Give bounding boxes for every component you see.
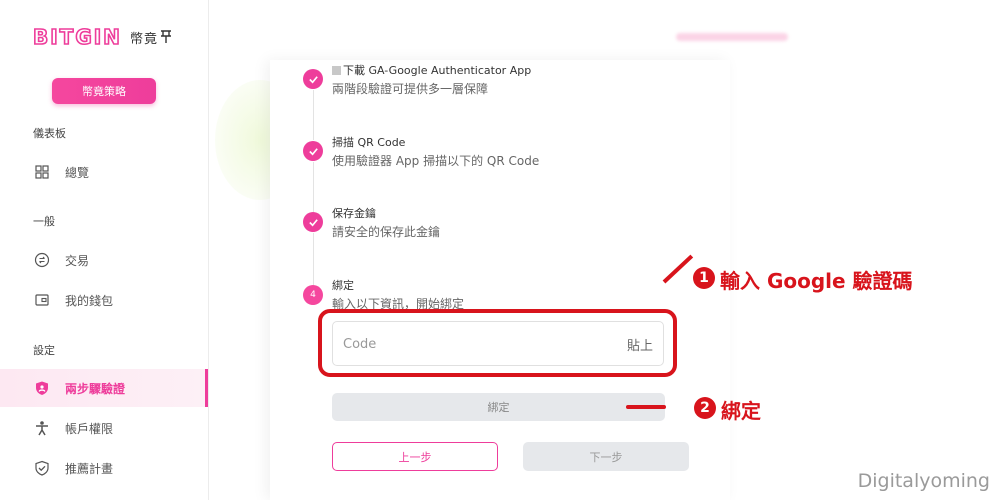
step-connector <box>313 162 314 212</box>
sidebar-item-overview[interactable]: 總覽 <box>0 153 208 191</box>
header-blur <box>676 33 788 41</box>
wallet-icon <box>35 294 49 306</box>
annotation-badge-1: 1 <box>693 267 715 289</box>
pin-icon[interactable] <box>160 30 172 44</box>
step-connector <box>313 233 314 285</box>
step-3-description: 請安全的保存此金鑰 <box>332 225 441 239</box>
watermark: Digitalyoming <box>857 470 990 492</box>
step-check-icon <box>303 212 323 232</box>
sidebar-item-account-permissions[interactable]: 帳戶權限 <box>0 409 208 447</box>
shield-icon <box>36 381 48 395</box>
previous-step-button[interactable]: 上一步 <box>332 442 498 471</box>
step-2-title: 掃描 QR Code <box>332 136 406 149</box>
step-1-description: 兩階段驗證可提供多一層保障 <box>332 82 489 96</box>
step-connector <box>313 90 314 140</box>
step-check-icon <box>303 141 323 161</box>
exchange-icon <box>34 252 50 268</box>
sidebar-item-label: 總覽 <box>65 165 90 180</box>
sidebar-item-wallet[interactable]: 我的錢包 <box>0 281 208 319</box>
step-3-title: 保存金鑰 <box>332 207 376 220</box>
shield-check-icon <box>35 460 49 476</box>
sidebar-item-label: 帳戶權限 <box>65 421 114 436</box>
strategy-button[interactable]: 幣竟策略 <box>52 78 156 104</box>
brand-subtitle: 幣竟 <box>129 31 158 47</box>
sidebar-item-label: 推薦計畫 <box>65 461 114 476</box>
annotation-pointer-line <box>626 405 666 409</box>
step-1-title: 下載 GA-Google Authenticator App <box>332 62 531 78</box>
next-step-button[interactable]: 下一步 <box>523 442 689 471</box>
section-title-general: 一般 <box>33 215 55 228</box>
sidebar-item-label: 交易 <box>65 253 90 268</box>
annotation-highlight-box <box>318 309 677 377</box>
app-icon <box>332 66 341 75</box>
step-2-description: 使用驗證器 App 掃描以下的 QR Code <box>332 154 540 168</box>
sidebar: BITGIN 幣竟 幣竟策略 儀表板 總覽 一般 交易 我的錢包 設定 兩步驟驗… <box>0 0 209 500</box>
sidebar-item-referral[interactable]: 推薦計畫 <box>0 449 208 487</box>
step-check-icon <box>303 69 323 89</box>
section-title-settings: 設定 <box>33 344 55 357</box>
step-4-title: 綁定 <box>332 279 354 292</box>
brand[interactable]: BITGIN 幣竟 <box>32 24 158 50</box>
sidebar-item-label: 兩步驟驗證 <box>65 381 126 396</box>
annotation-text-2: 綁定 <box>721 399 761 423</box>
section-title-dashboard: 儀表板 <box>33 127 66 140</box>
sidebar-item-trade[interactable]: 交易 <box>0 241 208 279</box>
grid-icon <box>35 165 49 179</box>
annotation-text-1: 輸入 Google 驗證碼 <box>720 269 913 293</box>
annotation-badge-2: 2 <box>694 397 716 419</box>
sidebar-item-two-factor[interactable]: 兩步驟驗證 <box>0 369 208 407</box>
person-icon <box>36 421 48 436</box>
step-4-number: 4 <box>303 285 323 305</box>
sidebar-item-label: 我的錢包 <box>65 293 114 308</box>
bind-button[interactable]: 綁定 <box>332 393 665 421</box>
brand-logo[interactable]: BITGIN <box>32 24 122 50</box>
